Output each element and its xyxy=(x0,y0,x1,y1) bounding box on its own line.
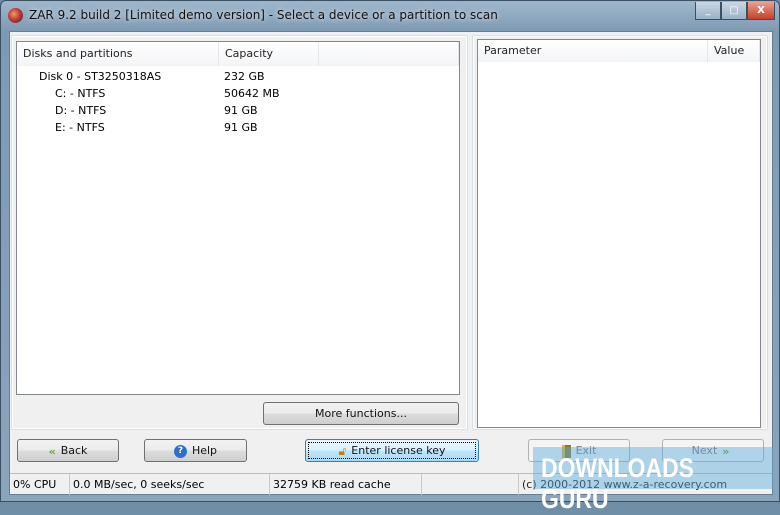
minimize-button[interactable]: _ xyxy=(695,2,721,20)
license-label: Enter license key xyxy=(351,444,446,457)
column-capacity[interactable]: Capacity xyxy=(219,42,319,66)
partition-row-capacity: 50642 MB xyxy=(224,87,280,100)
partition-row-name[interactable]: D: - NTFS xyxy=(55,102,106,119)
client-area: Disks and partitions Capacity Disk 0 - S… xyxy=(9,31,773,495)
close-button[interactable]: X xyxy=(747,2,775,20)
watermark-logo: DOWNLOADS GURU xyxy=(541,453,694,514)
cpu-status: 0% CPU xyxy=(10,474,70,495)
app-icon xyxy=(8,8,23,23)
app-window: ZAR 9.2 build 2 [Limited demo version] -… xyxy=(0,0,780,514)
double-chevron-left-icon: « xyxy=(48,444,56,458)
window-title: ZAR 9.2 build 2 [Limited demo version] -… xyxy=(29,8,498,22)
lock-icon: 🔓︎ xyxy=(338,443,347,458)
help-icon: ? xyxy=(173,444,187,458)
help-label: Help xyxy=(191,444,218,457)
disks-list[interactable]: Disks and partitions Capacity Disk 0 - S… xyxy=(16,41,460,395)
maximize-button[interactable]: □ xyxy=(721,2,747,20)
cache-status: 32759 KB read cache xyxy=(270,474,422,495)
blank-status xyxy=(422,474,519,495)
partition-row-name[interactable]: C: - NTFS xyxy=(55,85,105,102)
column-empty xyxy=(319,42,459,66)
help-button[interactable]: ? Help xyxy=(144,439,247,462)
disk-row-name[interactable]: Disk 0 - ST3250318AS xyxy=(39,68,161,85)
enter-license-key-button[interactable]: 🔓︎ Enter license key xyxy=(305,439,479,462)
column-parameter[interactable]: Parameter xyxy=(478,40,708,62)
disk-row-capacity: 232 GB xyxy=(224,70,265,83)
partition-row-capacity: 91 GB xyxy=(224,104,258,117)
more-functions-button[interactable]: More functions... xyxy=(263,402,459,425)
column-value[interactable]: Value xyxy=(708,40,760,62)
partition-row-capacity: 91 GB xyxy=(224,121,258,134)
column-disks[interactable]: Disks and partitions xyxy=(17,42,219,66)
params-list[interactable]: Parameter Value xyxy=(477,39,761,428)
io-status: 0.0 MB/sec, 0 seeks/sec xyxy=(70,474,270,495)
back-label: Back xyxy=(60,444,88,457)
back-button[interactable]: « Back xyxy=(17,439,119,462)
partition-row-name[interactable]: E: - NTFS xyxy=(55,119,105,136)
